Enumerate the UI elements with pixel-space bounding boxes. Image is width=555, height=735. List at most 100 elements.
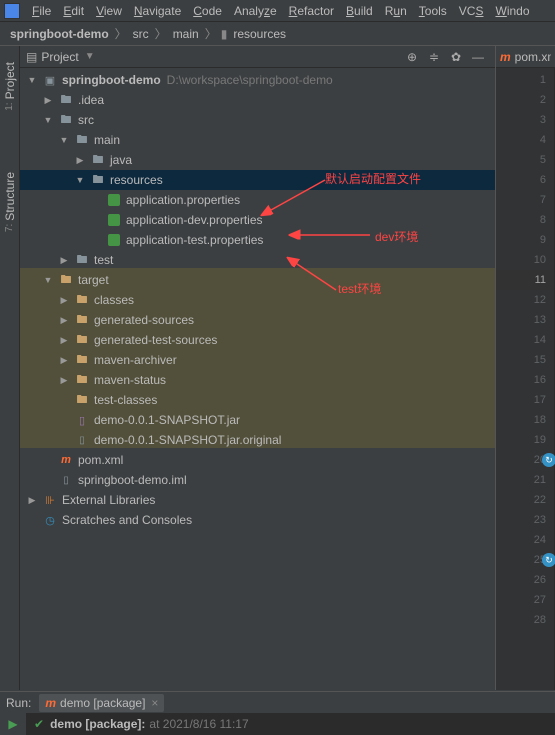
menu-view[interactable]: View <box>90 2 128 20</box>
gutter-line[interactable]: 21 <box>496 470 554 490</box>
run-output-time: at 2021/8/16 11:17 <box>149 717 248 731</box>
tree-arrow-icon[interactable]: ▶ <box>26 495 38 506</box>
close-icon[interactable]: × <box>151 696 158 710</box>
menu-code[interactable]: Code <box>187 2 228 20</box>
gutter-line[interactable]: 17 <box>496 390 554 410</box>
tree-label: test <box>94 253 113 267</box>
gutter-line[interactable]: 13 <box>496 310 554 330</box>
editor-tab[interactable]: m pom.xml <box>496 46 555 68</box>
tree-node[interactable]: ▼🖿resources <box>20 170 495 190</box>
tree-node[interactable]: ▶🖿generated-test-sources <box>20 330 495 350</box>
tree-node[interactable]: ▼🖿main <box>20 130 495 150</box>
tree-arrow-icon[interactable]: ▼ <box>58 135 70 145</box>
tree-node[interactable]: ▼🖿src <box>20 110 495 130</box>
menu-analyze[interactable]: Analyze <box>228 2 283 20</box>
run-config-tab[interactable]: m demo [package] × <box>39 694 164 712</box>
gutter-line[interactable]: 11 <box>496 270 554 290</box>
tree-node[interactable]: ▶🖿test <box>20 250 495 270</box>
tree-node[interactable]: ▶🖿java <box>20 150 495 170</box>
editor-gutter[interactable]: 1234567891011121314151617181920↻21222324… <box>496 68 555 690</box>
gutter-line[interactable]: 1 <box>496 70 554 90</box>
gutter-line[interactable]: 27 <box>496 590 554 610</box>
tree-node[interactable]: application.properties <box>20 190 495 210</box>
breadcrumb-item[interactable]: main <box>171 27 201 41</box>
menu-tools[interactable]: Tools <box>413 2 453 20</box>
tree-arrow-icon[interactable]: ▼ <box>26 75 38 85</box>
breadcrumb-item[interactable]: src <box>131 27 151 41</box>
gutter-line[interactable]: 9 <box>496 230 554 250</box>
gutter-line[interactable]: 24 <box>496 530 554 550</box>
breadcrumb-item[interactable]: resources <box>231 27 288 41</box>
gutter-line[interactable]: 19 <box>496 430 554 450</box>
gutter-line[interactable]: 7 <box>496 190 554 210</box>
gutter-line[interactable]: 20↻ <box>496 450 554 470</box>
tree-node[interactable]: 🖿test-classes <box>20 390 495 410</box>
tree-node[interactable]: ▶⊪External Libraries <box>20 490 495 510</box>
project-tree[interactable]: ▼▣springboot-demoD:\workspace\springboot… <box>20 68 495 690</box>
gutter-line[interactable]: 8 <box>496 210 554 230</box>
gutter-line[interactable]: 18 <box>496 410 554 430</box>
gutter-line[interactable]: 23 <box>496 510 554 530</box>
menu-file[interactable]: File <box>26 2 57 20</box>
gutter-line[interactable]: 25↻ <box>496 550 554 570</box>
expand-all-icon[interactable]: ≑ <box>425 48 443 66</box>
gutter-line[interactable]: 14 <box>496 330 554 350</box>
tree-arrow-icon[interactable]: ▶ <box>58 335 70 346</box>
tree-arrow-icon[interactable]: ▶ <box>58 295 70 306</box>
tree-arrow-icon[interactable]: ▶ <box>74 155 86 166</box>
gutter-line[interactable]: 12 <box>496 290 554 310</box>
menu-run[interactable]: Run <box>379 2 413 20</box>
tool-tab-structure[interactable]: 7: Structure <box>0 166 20 238</box>
gutter-line[interactable]: 5 <box>496 150 554 170</box>
gutter-hint-icon[interactable]: ↻ <box>542 453 555 467</box>
tree-node[interactable]: ▶🖿generated-sources <box>20 310 495 330</box>
gutter-line[interactable]: 16 <box>496 370 554 390</box>
ide-logo-icon <box>4 3 20 19</box>
gear-icon[interactable]: ✿ <box>447 48 465 66</box>
gutter-line[interactable]: 28 <box>496 610 554 630</box>
hide-icon[interactable]: — <box>469 48 487 66</box>
tree-node[interactable]: ▶🖿maven-archiver <box>20 350 495 370</box>
gutter-line[interactable]: 26 <box>496 570 554 590</box>
gutter-line[interactable]: 10 <box>496 250 554 270</box>
breadcrumb-root[interactable]: springboot-demo <box>8 27 111 41</box>
tree-node[interactable]: application-test.properties <box>20 230 495 250</box>
menu-window[interactable]: Windo <box>489 2 535 20</box>
gutter-line[interactable]: 4 <box>496 130 554 150</box>
run-button[interactable]: ▶ <box>0 713 26 735</box>
tree-node[interactable]: ◷Scratches and Consoles <box>20 510 495 530</box>
gutter-line[interactable]: 2 <box>496 90 554 110</box>
locate-icon[interactable]: ⊕ <box>403 48 421 66</box>
tree-arrow-icon[interactable]: ▶ <box>42 95 54 106</box>
gutter-line[interactable]: 22 <box>496 490 554 510</box>
tree-arrow-icon[interactable]: ▶ <box>58 355 70 366</box>
tree-arrow-icon[interactable]: ▶ <box>58 255 70 266</box>
menu-vcs[interactable]: VCS <box>453 2 490 20</box>
chevron-down-icon[interactable]: ▼ <box>85 51 95 62</box>
gutter-line[interactable]: 6 <box>496 170 554 190</box>
tree-node[interactable]: ▶🖿.idea <box>20 90 495 110</box>
tree-arrow-icon[interactable]: ▼ <box>42 115 54 125</box>
tree-node[interactable]: application-dev.properties <box>20 210 495 230</box>
panel-title[interactable]: Project <box>41 50 78 64</box>
tree-arrow-icon[interactable]: ▼ <box>42 275 54 285</box>
tree-node[interactable]: ▯springboot-demo.iml <box>20 470 495 490</box>
menu-build[interactable]: Build <box>340 2 379 20</box>
menu-refactor[interactable]: Refactor <box>283 2 340 20</box>
tree-arrow-icon[interactable]: ▶ <box>58 315 70 326</box>
tree-node[interactable]: ▶🖿classes <box>20 290 495 310</box>
menu-edit[interactable]: Edit <box>57 2 90 20</box>
gutter-hint-icon[interactable]: ↻ <box>542 553 555 567</box>
tree-node[interactable]: ▯demo-0.0.1-SNAPSHOT.jar <box>20 410 495 430</box>
tree-arrow-icon[interactable]: ▼ <box>74 175 86 185</box>
tool-tab-project[interactable]: 1: Project <box>0 56 20 117</box>
tree-node[interactable]: mpom.xml <box>20 450 495 470</box>
menu-navigate[interactable]: Navigate <box>128 2 187 20</box>
tree-node[interactable]: ▼▣springboot-demoD:\workspace\springboot… <box>20 70 495 90</box>
gutter-line[interactable]: 15 <box>496 350 554 370</box>
tree-node[interactable]: ▼🖿target <box>20 270 495 290</box>
gutter-line[interactable]: 3 <box>496 110 554 130</box>
tree-node[interactable]: ▶🖿maven-status <box>20 370 495 390</box>
tree-node[interactable]: ▯demo-0.0.1-SNAPSHOT.jar.original <box>20 430 495 450</box>
tree-arrow-icon[interactable]: ▶ <box>58 375 70 386</box>
